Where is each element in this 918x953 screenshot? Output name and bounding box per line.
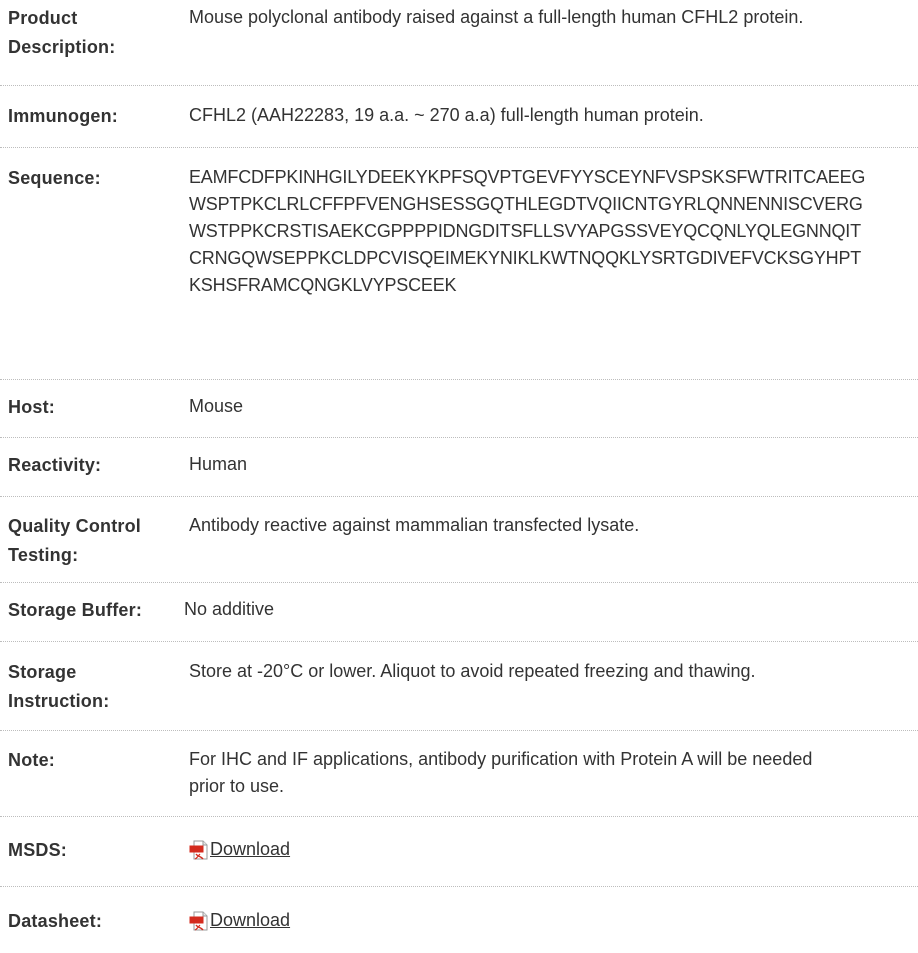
value-msds: Download (182, 836, 918, 868)
label-immunogen: Immunogen: (8, 106, 118, 126)
row-datasheet: Datasheet: Download (0, 887, 918, 953)
row-reactivity: Reactivity: Human (0, 438, 918, 497)
datasheet-download-text[interactable]: Download (210, 907, 290, 934)
row-product-description: Product Description: Mouse polyclonal an… (0, 0, 918, 86)
value-storage-buffer: No additive (184, 599, 275, 619)
row-msds: MSDS: Download (0, 817, 918, 887)
product-spec-table: Product Description: Mouse polyclonal an… (0, 0, 918, 953)
value-sequence: EAMFCDFPKINHGILYDEEKYKPFSQVPTGEVFYYSCEYN… (189, 167, 866, 295)
label-msds: MSDS: (8, 840, 67, 860)
label-reactivity: Reactivity: (8, 455, 102, 475)
value-reactivity: Human (189, 454, 248, 474)
msds-download-link[interactable]: Download (189, 836, 290, 863)
label-note: Note: (8, 750, 55, 770)
label-storage-buffer: Storage Buffer: (8, 600, 143, 620)
row-sequence: Sequence: EAMFCDFPKINHGILYDEEKYKPFSQVPTG… (0, 148, 918, 380)
value-quality-control: Antibody reactive against mammalian tran… (189, 515, 640, 535)
label-product-description: Product Description: (8, 8, 116, 57)
row-storage-instruction: Storage Instruction: Store at -20°C or l… (0, 642, 918, 731)
label-quality-control: Quality Control Testing: (8, 516, 141, 565)
value-storage-instruction: Store at -20°C or lower. Aliquot to avoi… (189, 661, 756, 681)
datasheet-download-link[interactable]: Download (189, 907, 290, 934)
label-host: Host: (8, 397, 55, 417)
row-immunogen: Immunogen: CFHL2 (AAH22283, 19 a.a. ~ 27… (0, 86, 918, 148)
row-storage-buffer: Storage Buffer: No additive (0, 583, 918, 642)
value-note: For IHC and IF applications, antibody pu… (189, 749, 813, 796)
value-product-description: Mouse polyclonal antibody raised against… (189, 7, 804, 27)
pdf-icon (189, 911, 208, 931)
label-sequence: Sequence: (8, 168, 101, 188)
value-host: Mouse (189, 396, 244, 416)
label-datasheet: Datasheet: (8, 911, 103, 931)
msds-download-text[interactable]: Download (210, 836, 290, 863)
row-note: Note: For IHC and IF applications, antib… (0, 731, 918, 817)
row-quality-control: Quality Control Testing: Antibody reacti… (0, 497, 918, 583)
value-immunogen: CFHL2 (AAH22283, 19 a.a. ~ 270 a.a) full… (189, 105, 704, 125)
pdf-icon (189, 840, 208, 860)
value-datasheet: Download (182, 907, 918, 939)
label-storage-instruction: Storage Instruction: (8, 662, 110, 711)
row-host: Host: Mouse (0, 380, 918, 438)
